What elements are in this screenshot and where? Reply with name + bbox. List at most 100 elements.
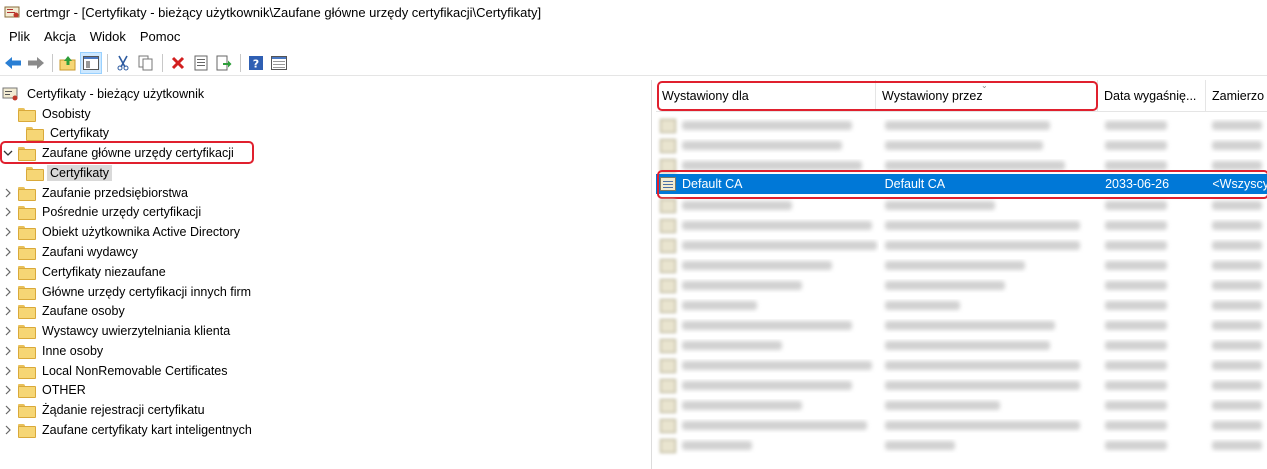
column-purpose[interactable]: Zamierzo [1206,80,1267,112]
folder-icon [18,265,36,280]
folder-icon [18,304,36,319]
certificate-icon [660,239,676,253]
certificate-icon [660,159,676,173]
menu-help[interactable]: Pomoc [133,29,187,44]
column-label: Wystawiony przez [882,89,983,103]
tree-item-label: Certyfikaty [50,125,110,140]
tree-item-label: Pośrednie urzędy certyfikacji [42,204,202,219]
list-row-blurred[interactable] [656,376,1267,396]
list-row-blurred[interactable] [656,196,1267,216]
list-row-blurred[interactable] [656,216,1267,236]
tree-item-untrusted[interactable]: Certyfikaty niezaufane [2,262,169,281]
folder-icon [18,364,36,379]
chevron-right-icon[interactable] [2,282,14,301]
list-row-blurred[interactable] [656,436,1267,456]
list-row-blurred[interactable] [656,276,1267,296]
up-folder-icon[interactable] [57,52,79,74]
folder-icon [18,107,36,122]
cell-issued-by: Default CA [884,177,946,191]
certificate-manager-icon [4,4,20,20]
chevron-right-icon[interactable] [2,222,14,241]
list-row-blurred[interactable] [656,136,1267,156]
list-row-blurred[interactable] [656,296,1267,316]
chevron-right-icon[interactable] [2,341,14,360]
chevron-right-icon[interactable] [2,202,14,221]
cell-purpose: <Wszyscy [1212,177,1267,191]
certificate-icon [660,339,676,353]
list-row-selected[interactable]: Default CA Default CA 2033-06-26 <Wszysc… [656,174,1267,194]
title-bar: certmgr - [Certyfikaty - bieżący użytkow… [0,0,1267,24]
column-label: Zamierzo [1212,89,1265,103]
certificate-icon [660,399,676,413]
certificate-icon [660,299,676,313]
tree-item-label: Zaufani wydawcy [42,244,138,259]
tree-item-label: Osobisty [42,106,91,121]
tree-item-other[interactable]: OTHER [2,380,89,399]
certificate-store-icon [2,86,20,102]
menu-view[interactable]: Widok [83,29,133,44]
column-expiration[interactable]: Data wygaśnię... [1098,80,1206,112]
svg-text:?: ? [253,57,259,70]
tree-item-other-people[interactable]: Inne osoby [2,341,106,360]
list-row-blurred[interactable] [656,236,1267,256]
properties-icon[interactable] [190,52,212,74]
chevron-right-icon[interactable] [2,380,14,399]
forward-icon[interactable] [25,52,47,74]
list-row-blurred[interactable] [656,316,1267,336]
list-row-blurred[interactable] [656,416,1267,436]
certificate-icon [660,419,676,433]
chevron-right-icon[interactable] [2,420,14,439]
show-hide-tree-icon[interactable] [80,51,102,74]
chevron-right-icon[interactable] [2,242,14,261]
menu-action[interactable]: Akcja [37,29,83,44]
export-icon[interactable] [213,52,235,74]
tree-item-enterprise-trust[interactable]: Zaufanie przedsiębiorstwa [2,183,191,202]
chevron-right-icon[interactable] [2,361,14,380]
cell-issued-to: Default CA [682,177,743,191]
tree-root[interactable]: Certyfikaty - bieżący użytkownik [2,84,207,103]
window-title: certmgr - [Certyfikaty - bieżący użytkow… [26,4,542,20]
tree-item-intermediate-ca[interactable]: Pośrednie urzędy certyfikacji [2,202,204,221]
list-row-blurred[interactable] [656,396,1267,416]
tree-item-label: Inne osoby [42,343,104,358]
folder-icon [18,146,36,161]
back-icon[interactable] [2,52,24,74]
copy-icon[interactable] [135,52,157,74]
tree-item-personal-certificates[interactable]: Certyfikaty [22,123,112,142]
tree-item-third-party-root[interactable]: Główne urzędy certyfikacji innych firm [2,282,254,301]
chevron-right-icon[interactable] [2,321,14,340]
chevron-right-icon[interactable] [2,262,14,281]
column-issued-to[interactable]: Wystawiony dla [656,80,876,112]
menu-file[interactable]: Plik [2,29,37,44]
list-row-blurred[interactable] [656,336,1267,356]
column-label: Wystawiony dla [662,89,749,103]
list-row-blurred[interactable] [656,356,1267,376]
tree-item-trusted-publishers[interactable]: Zaufani wydawcy [2,242,141,261]
tree-item-ad-user-object[interactable]: Obiekt użytkownika Active Directory [2,222,243,241]
chevron-right-icon[interactable] [2,183,14,202]
certificate-icon [660,139,676,153]
tree-item-personal[interactable]: ⌄ Osobisty [2,104,94,123]
tree-item-label: Żądanie rejestracji certyfikatu [42,402,205,417]
column-issued-by[interactable]: ⌄ Wystawiony przez [876,80,1098,112]
tree-item-client-auth-issuers[interactable]: Wystawcy uwierzytelniania klienta [2,321,233,340]
tree-item-trusted-root[interactable]: Zaufane główne urzędy certyfikacji [2,143,237,162]
certificate-icon [660,259,676,273]
delete-icon[interactable] [167,52,189,74]
tree-item-smart-card-roots[interactable]: Zaufane certyfikaty kart inteligentnych [2,420,255,439]
list-row-blurred[interactable] [656,256,1267,276]
list-row-blurred[interactable] [656,116,1267,136]
list-row-blurred[interactable] [656,156,1267,176]
help-icon[interactable]: ? [245,52,267,74]
cut-icon[interactable] [112,52,134,74]
tree-item-label: Główne urzędy certyfikacji innych firm [42,284,252,299]
tree-item-trusted-root-certificates[interactable]: Certyfikaty [22,163,113,182]
tree-item-enrollment-request[interactable]: Żądanie rejestracji certyfikatu [2,400,208,419]
tree-item-trusted-people[interactable]: Zaufane osoby [2,301,128,320]
console-view-icon[interactable] [268,52,290,74]
tree-item-local-nonremovable[interactable]: Local NonRemovable Certificates [2,361,231,380]
chevron-right-icon[interactable] [2,400,14,419]
chevron-down-icon[interactable] [2,143,14,162]
chevron-right-icon[interactable] [2,301,14,320]
folder-icon [18,225,36,240]
